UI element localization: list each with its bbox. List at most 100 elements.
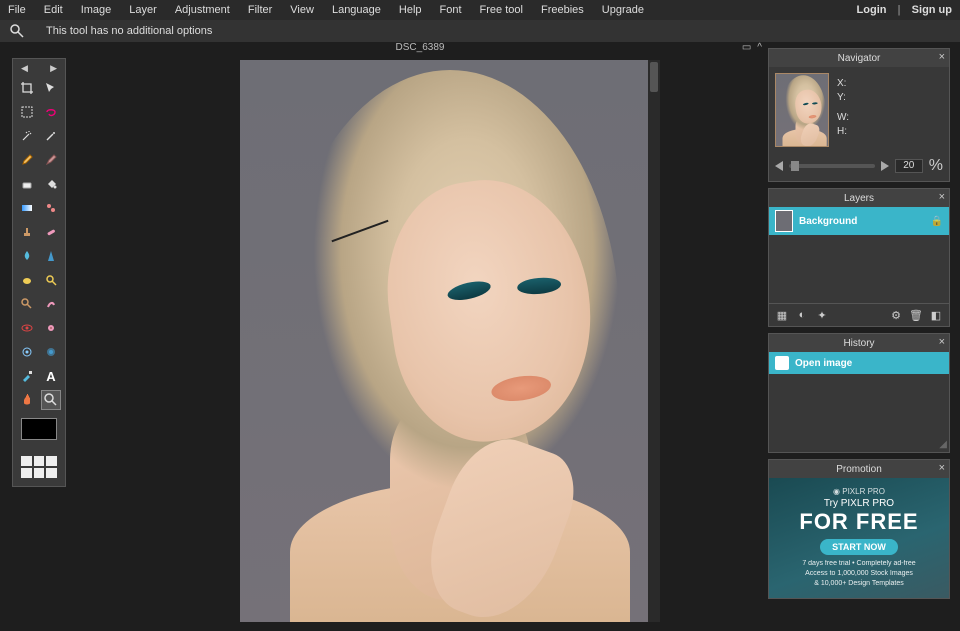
layer-thumbnail [775, 210, 793, 232]
zoom-tool[interactable] [41, 390, 61, 410]
layer-settings-icon[interactable]: ⚙ [889, 308, 903, 322]
layer-delete-icon[interactable]: 🗑 [909, 308, 923, 322]
auth-divider: | [898, 4, 901, 16]
blur-tool[interactable] [17, 246, 37, 266]
history-step-label: Open image [795, 358, 852, 369]
menu-font[interactable]: Font [440, 4, 462, 16]
healing-tool[interactable] [41, 222, 61, 242]
toolbox-next-icon[interactable]: ▶ [50, 63, 57, 74]
promo-fine-print: 7 days free trial • Completely ad-free A… [802, 559, 915, 589]
signup-link[interactable]: Sign up [912, 4, 952, 16]
document-title-bar: DSC_6389 ▭ ^ [72, 42, 768, 58]
layers-close-icon[interactable]: × [939, 191, 945, 203]
navigator-close-icon[interactable]: × [939, 51, 945, 63]
wand-tool[interactable] [17, 126, 37, 146]
dodge-tool[interactable] [41, 270, 61, 290]
bloat-tool[interactable] [41, 342, 61, 362]
spot-tool[interactable] [41, 318, 61, 338]
promotion-panel: Promotion × ◉ PIXLR PRO Try PIXLR PRO FO… [768, 459, 950, 599]
history-title: History [843, 338, 874, 349]
hand-tool[interactable] [17, 390, 37, 410]
history-step-icon [775, 356, 789, 370]
history-close-icon[interactable]: × [939, 336, 945, 348]
vertical-scrollbar[interactable] [648, 60, 660, 622]
login-link[interactable]: Login [857, 4, 887, 16]
menu-upgrade[interactable]: Upgrade [602, 4, 644, 16]
history-panel: History × Open image ◢ [768, 333, 950, 453]
menu-image[interactable]: Image [81, 4, 112, 16]
layers-panel: Layers × Background 🔒 ▦ ◐ ✦ ⚙ 🗑 ◧ [768, 188, 950, 327]
type-tool[interactable]: A [41, 366, 61, 386]
nav-w-label: W: [837, 111, 943, 125]
lasso-tool[interactable] [41, 102, 61, 122]
menu-edit[interactable]: Edit [44, 4, 63, 16]
sponge-tool[interactable] [17, 270, 37, 290]
promo-headline: FOR FREE [799, 509, 918, 535]
canvas[interactable] [240, 60, 660, 622]
promo-brand: ◉ PIXLR PRO [833, 487, 885, 496]
marquee-tool[interactable] [17, 102, 37, 122]
sharpen-tool[interactable] [41, 246, 61, 266]
auth-links: Login | Sign up [857, 4, 952, 16]
navigator-thumbnail[interactable] [775, 73, 829, 147]
menu-language[interactable]: Language [332, 4, 381, 16]
brush-tool[interactable] [41, 150, 61, 170]
history-row[interactable]: Open image [769, 352, 949, 374]
promo-try: Try PIXLR PRO [824, 498, 894, 509]
pinch-tool[interactable] [17, 342, 37, 362]
zoom-unit: % [929, 157, 943, 175]
layer-mask-icon[interactable]: ◐ [795, 308, 809, 322]
menu-help[interactable]: Help [399, 4, 422, 16]
toolbox-prev-icon[interactable]: ◀ [21, 63, 28, 74]
menu-view[interactable]: View [290, 4, 314, 16]
clone-tool[interactable] [41, 198, 61, 218]
layer-fx-icon[interactable]: ✦ [815, 308, 829, 322]
smudge-tool[interactable] [41, 294, 61, 314]
promo-cta-button[interactable]: START NOW [820, 539, 898, 555]
layers-title: Layers [844, 193, 874, 204]
zoom-in-icon[interactable] [881, 161, 889, 171]
red-eye-tool[interactable] [17, 318, 37, 338]
menu-filter[interactable]: Filter [248, 4, 272, 16]
color-swatches[interactable] [17, 418, 61, 452]
gradient-tool[interactable] [17, 198, 37, 218]
nav-y-label: Y: [837, 91, 943, 105]
wand-alt-tool[interactable] [41, 126, 61, 146]
swatch-grid[interactable] [17, 456, 61, 478]
options-bar: This tool has no additional options [0, 20, 960, 42]
zoom-out-icon[interactable] [775, 161, 783, 171]
menu-freebies[interactable]: Freebies [541, 4, 584, 16]
navigator-title: Navigator [838, 53, 881, 64]
canvas-image [240, 60, 648, 622]
toolbox: ◀ ▶ A [12, 58, 66, 487]
stamp-tool[interactable] [17, 222, 37, 242]
current-tool-icon [8, 22, 26, 40]
menu-file[interactable]: File [8, 4, 26, 16]
window-minimize-icon[interactable]: ▭ [742, 42, 751, 53]
promotion-content: ◉ PIXLR PRO Try PIXLR PRO FOR FREE START… [769, 478, 949, 598]
navigator-info: X: Y: W: H: [837, 73, 943, 147]
resize-handle-icon[interactable]: ◢ [939, 439, 947, 450]
zoom-slider-handle[interactable] [791, 161, 799, 171]
paint-bucket-tool[interactable] [41, 174, 61, 194]
promotion-close-icon[interactable]: × [939, 462, 945, 474]
menu-adjustment[interactable]: Adjustment [175, 4, 230, 16]
move-tool[interactable] [41, 78, 61, 98]
zoom-value[interactable]: 20 [895, 159, 923, 173]
window-maximize-icon[interactable]: ^ [757, 42, 762, 53]
foreground-color-swatch[interactable] [21, 418, 57, 440]
lock-icon[interactable]: 🔒 [931, 216, 943, 227]
layer-new-icon[interactable]: ▦ [775, 308, 789, 322]
menu-layer[interactable]: Layer [129, 4, 157, 16]
zoom-slider[interactable] [789, 164, 875, 168]
layer-more-icon[interactable]: ◧ [929, 308, 943, 322]
burn-tool[interactable] [17, 294, 37, 314]
eraser-tool[interactable] [17, 174, 37, 194]
layers-footer: ▦ ◐ ✦ ⚙ 🗑 ◧ [769, 303, 949, 326]
scrollbar-thumb[interactable] [650, 62, 658, 92]
pencil-tool[interactable] [17, 150, 37, 170]
menu-free-tool[interactable]: Free tool [480, 4, 523, 16]
color-picker-tool[interactable] [17, 366, 37, 386]
crop-tool[interactable] [17, 78, 37, 98]
layer-row[interactable]: Background 🔒 [769, 207, 949, 235]
